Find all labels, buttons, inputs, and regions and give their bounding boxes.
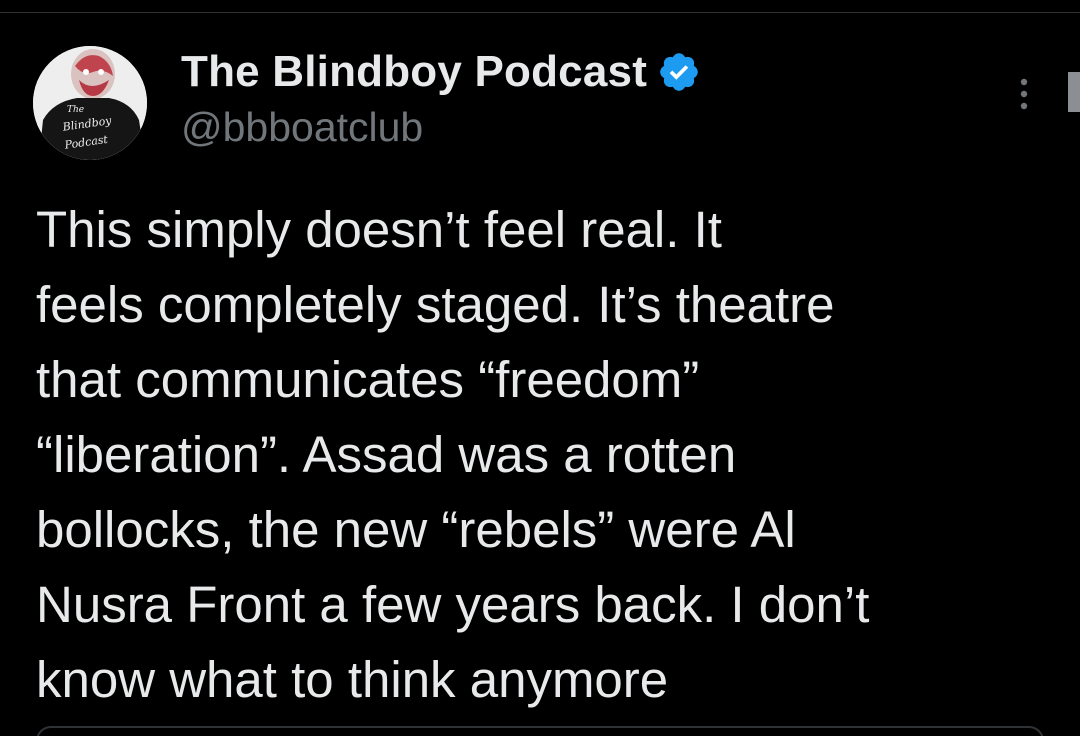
tweet-text-line: bollocks, the new “rebels” were Al <box>36 501 796 558</box>
tweet-text-line: that communicates “freedom” <box>36 351 700 408</box>
scrollbar-thumb[interactable] <box>1068 72 1080 112</box>
tweet-text: This simply doesn’t feel real. It feels … <box>36 192 1046 717</box>
tweet-text-line: know what to think anymore <box>36 651 669 708</box>
top-divider <box>0 12 1080 13</box>
embedded-card-edge[interactable] <box>36 726 1044 736</box>
tweet-text-line: This simply doesn’t feel real. It <box>36 201 722 258</box>
tweet-header: The Blindboy Podcast @bbboatclub <box>181 44 701 151</box>
avatar-image: The Blindboy Podcast <box>33 46 147 160</box>
tweet-text-line: Nusra Front a few years back. I don’t <box>36 576 870 633</box>
more-options-icon[interactable] <box>1012 74 1036 114</box>
verified-badge-icon <box>660 53 698 91</box>
user-handle[interactable]: @bbboatclub <box>181 104 701 151</box>
avatar-shirt-text: The <box>67 105 84 115</box>
tweet-text-line: “liberation”. Assad was a rotten <box>36 426 737 483</box>
name-row: The Blindboy Podcast <box>181 44 701 100</box>
display-name[interactable]: The Blindboy Podcast <box>181 47 647 97</box>
tweet-text-line: feels completely staged. It’s theatre <box>36 276 835 333</box>
avatar[interactable]: The Blindboy Podcast <box>33 46 147 160</box>
